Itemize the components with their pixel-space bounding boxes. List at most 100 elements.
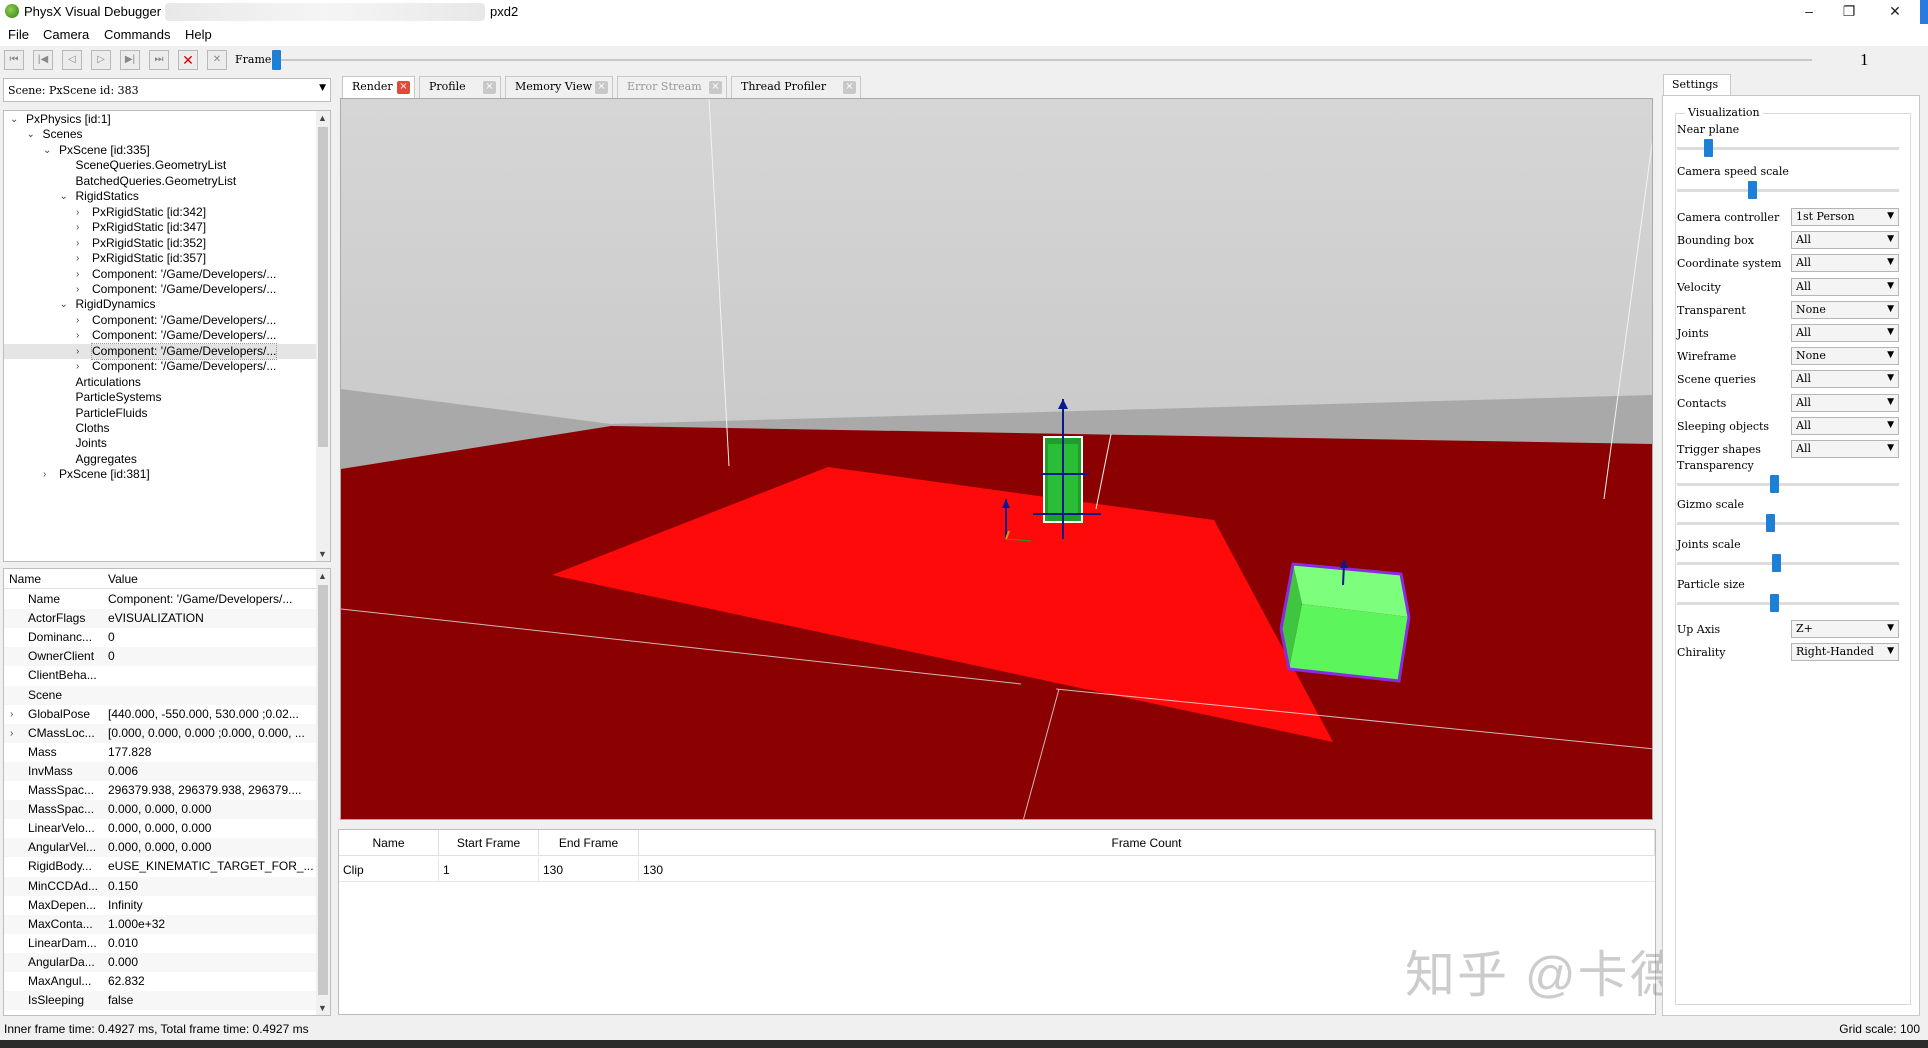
tree-item[interactable]: SceneQueries.GeometryList	[4, 158, 316, 173]
tree-item[interactable]: › Component: '/Game/Developers/...	[4, 282, 316, 297]
last-frame-icon[interactable]: ⏭	[149, 50, 169, 70]
setting-slider-track[interactable]	[1677, 189, 1899, 192]
stop-record-icon[interactable]: ✕	[207, 50, 227, 70]
setting-slider-handle[interactable]	[1772, 554, 1782, 572]
frame-slider-handle[interactable]	[272, 50, 281, 70]
property-row[interactable]: › CMassLoc... [0.000, 0.000, 0.000 ;0.000,…	[4, 723, 318, 743]
setting-dropdown[interactable]: All ▼	[1791, 254, 1899, 273]
scroll-down-icon[interactable]: ▼	[318, 549, 327, 559]
tab-profile[interactable]: Profile ×	[419, 76, 501, 98]
disconnect-icon[interactable]: ✕	[178, 50, 198, 70]
tree-item[interactable]: BatchedQueries.GeometryList	[4, 174, 316, 189]
setting-slider-track[interactable]	[1677, 562, 1899, 565]
scene-selector[interactable]: Scene: PxScene id: 383 ▼	[3, 78, 331, 102]
property-row[interactable]: InvMass 0.006	[4, 761, 318, 781]
tree-item[interactable]: › Component: '/Game/Developers/...	[4, 313, 316, 328]
tab-settings[interactable]: Settings	[1663, 74, 1731, 96]
close-tab-icon[interactable]: ×	[595, 81, 608, 94]
property-row[interactable]: ActorFlags eVISUALIZATION	[4, 609, 318, 629]
property-row[interactable]: MinCCDAd... 0.150	[4, 876, 318, 896]
first-frame-icon[interactable]: ⏮	[4, 50, 24, 70]
chevron-right-icon[interactable]: ›	[10, 724, 13, 743]
property-row[interactable]: MaxAngul... 62.832	[4, 972, 318, 991]
scroll-up-icon[interactable]: ▲	[318, 113, 327, 123]
tree-item[interactable]: ⌄ PxPhysics [id:1]	[4, 112, 316, 127]
setting-slider-handle[interactable]	[1703, 139, 1713, 157]
tree-scrollbar[interactable]: ▲ ▼	[316, 111, 330, 561]
property-row[interactable]: › GlobalPose [440.000, -550.000, 530.000 ;…	[4, 705, 318, 724]
property-row[interactable]: AngularVel... 0.000, 0.000, 0.000	[4, 838, 318, 858]
property-row[interactable]: Name Component: '/Game/Developers/...	[4, 590, 318, 609]
setting-slider-handle[interactable]	[1748, 181, 1758, 199]
property-scrollbar[interactable]: ▲ ▼	[316, 569, 330, 1015]
setting-dropdown[interactable]: All ▼	[1791, 440, 1899, 458]
chevron-right-icon[interactable]: ›	[76, 328, 79, 343]
tree-item[interactable]: ⌄ Scenes	[4, 127, 316, 142]
close-tab-icon[interactable]: ×	[397, 81, 410, 94]
tree-item[interactable]: Cloths	[4, 421, 316, 436]
chevron-down-icon[interactable]: ⌄	[43, 143, 51, 158]
setting-dropdown[interactable]: All ▼	[1791, 393, 1899, 412]
tree-item[interactable]: › PxRigidStatic [id:347]	[4, 220, 316, 235]
chevron-right-icon[interactable]: ›	[76, 267, 79, 282]
chevron-right-icon[interactable]: ›	[76, 344, 79, 359]
setting-slider-track[interactable]	[1677, 483, 1899, 486]
clip-cell-end[interactable]: 130	[539, 858, 639, 882]
chevron-down-icon[interactable]: ⌄	[60, 297, 68, 312]
property-row[interactable]: MassSpac... 0.000, 0.000, 0.000	[4, 800, 318, 820]
close-tab-icon[interactable]: ×	[483, 81, 496, 94]
property-row[interactable]: LinearDam... 0.010	[4, 934, 318, 953]
chevron-right-icon[interactable]: ›	[76, 282, 79, 297]
tree-item[interactable]: ⌄ RigidDynamics	[4, 297, 316, 312]
tree-item[interactable]: Joints	[4, 436, 316, 451]
tree-item[interactable]: › Component: '/Game/Developers/...	[4, 342, 316, 361]
setting-slider-track[interactable]	[1677, 522, 1899, 525]
tree-item[interactable]: › PxRigidStatic [id:357]	[4, 251, 316, 266]
chevron-right-icon[interactable]: ›	[76, 359, 79, 374]
setting-dropdown[interactable]: 1st Person ▼	[1791, 208, 1899, 226]
tree-scroll-thumb[interactable]	[318, 127, 328, 447]
clip-header-name[interactable]: Name	[339, 830, 439, 856]
chevron-right-icon[interactable]: ›	[76, 236, 79, 251]
maximize-button[interactable]: ❐	[1826, 0, 1872, 24]
property-row[interactable]: Dominanc... 0	[4, 628, 318, 647]
clip-header-start[interactable]: Start Frame	[439, 830, 539, 856]
property-row[interactable]: MaxDepen... Infinity	[4, 896, 318, 915]
property-row[interactable]: Mass 177.828	[4, 743, 318, 762]
menu-camera[interactable]: Camera	[43, 27, 89, 42]
tree-item[interactable]: ⌄ RigidStatics	[4, 189, 316, 204]
render-viewport[interactable]	[340, 98, 1653, 820]
chevron-right-icon[interactable]: ›	[43, 467, 46, 482]
step-start-icon[interactable]: |◀	[33, 50, 53, 70]
menu-commands[interactable]: Commands	[104, 27, 170, 42]
setting-slider-handle[interactable]	[1770, 475, 1780, 493]
setting-dropdown[interactable]: Z+ ▼	[1791, 620, 1899, 638]
frame-slider-track[interactable]	[272, 59, 1812, 61]
tab-error-stream[interactable]: Error Stream ×	[617, 76, 727, 98]
property-row[interactable]: LinearVelo... 0.000, 0.000, 0.000	[4, 819, 318, 838]
tree-item[interactable]: Aggregates	[4, 452, 316, 467]
scroll-down-icon[interactable]: ▼	[318, 1003, 327, 1013]
tree-item[interactable]: › PxScene [id:381]	[4, 467, 316, 482]
menu-file[interactable]: File	[8, 27, 29, 42]
scene-tree[interactable]: ⌄ PxPhysics [id:1] ⌄ Scenes ⌄ PxScene [id:335…	[3, 110, 331, 562]
setting-dropdown[interactable]: All ▼	[1791, 324, 1899, 342]
tree-item[interactable]: › Component: '/Game/Developers/...	[4, 267, 316, 282]
clip-header-count[interactable]: Frame Count	[639, 830, 1655, 856]
property-row[interactable]: IsSleeping false	[4, 991, 318, 1011]
step-forward-icon[interactable]: ▶|	[120, 50, 140, 70]
close-tab-icon[interactable]: ×	[843, 81, 856, 94]
setting-dropdown[interactable]: All ▼	[1791, 277, 1899, 296]
scroll-up-icon[interactable]: ▲	[318, 571, 327, 581]
chevron-right-icon[interactable]: ›	[10, 705, 13, 724]
tree-item[interactable]: › Component: '/Game/Developers/...	[4, 359, 316, 374]
close-window-button[interactable]: ✕	[1872, 0, 1918, 24]
setting-dropdown[interactable]: Right-Handed ▼	[1791, 643, 1899, 661]
chevron-down-icon[interactable]: ⌄	[10, 112, 18, 127]
close-tab-icon[interactable]: ×	[709, 81, 722, 94]
clip-cell-start[interactable]: 1	[439, 858, 539, 882]
step-back-icon[interactable]: ◁	[62, 50, 82, 70]
property-row[interactable]: Scene	[4, 685, 318, 705]
setting-dropdown[interactable]: All ▼	[1791, 416, 1899, 435]
property-row[interactable]: MassSpac... 296379.938, 296379.938, 29637…	[4, 781, 318, 800]
